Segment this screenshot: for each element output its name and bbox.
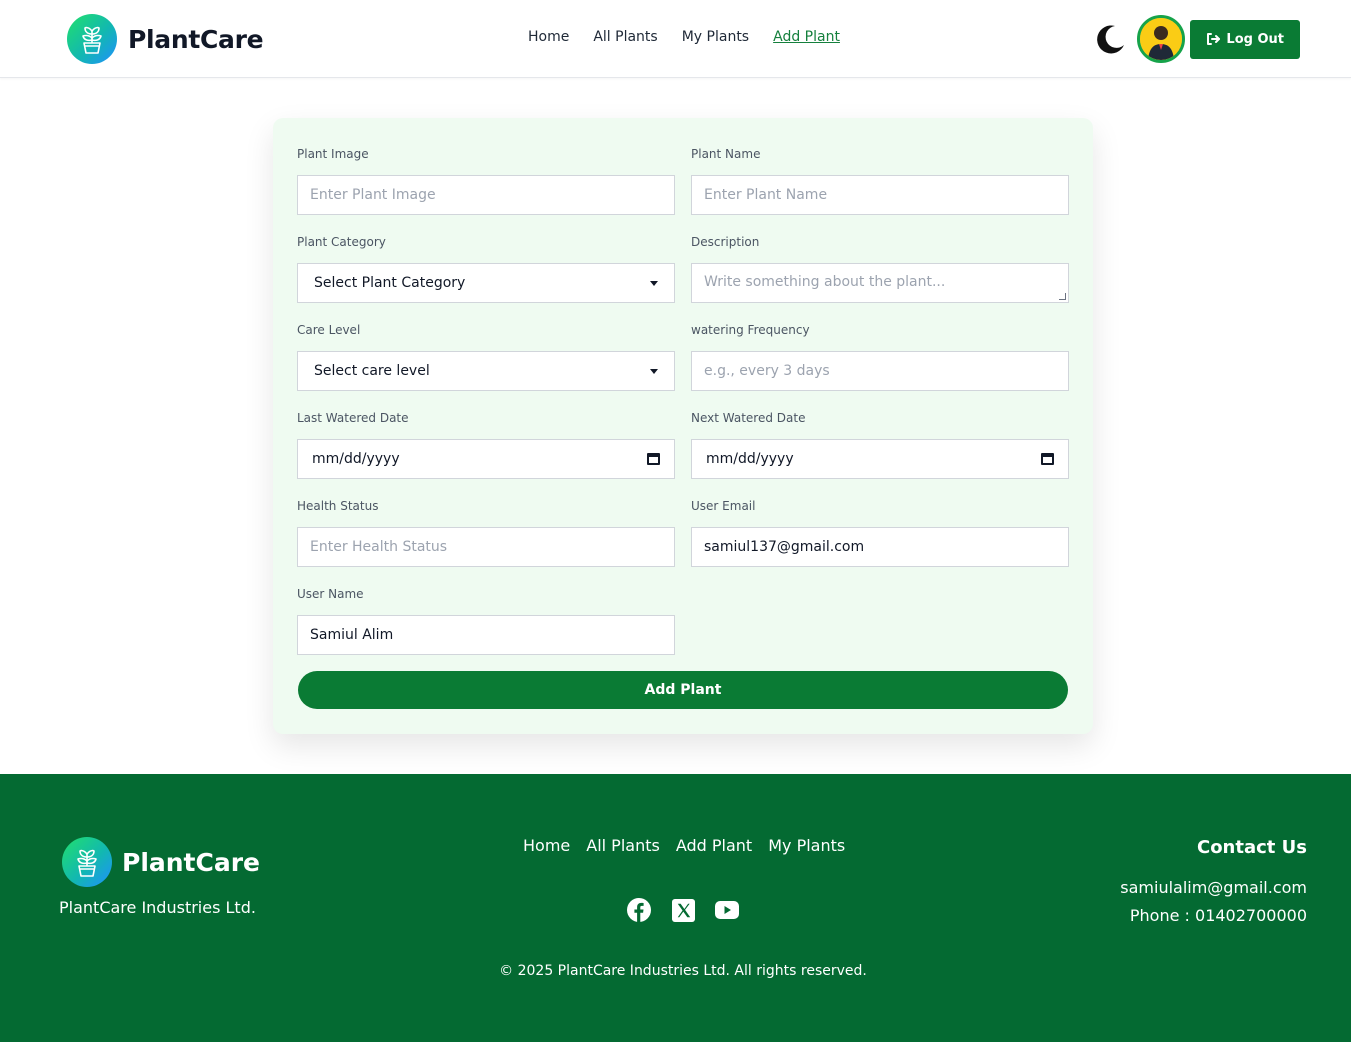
last-watered-field: Last Watered Date mm/dd/yyyy — [297, 411, 675, 479]
logout-icon — [1207, 33, 1221, 45]
youtube-icon[interactable] — [715, 898, 739, 922]
health-status-input[interactable] — [297, 527, 675, 567]
care-level-value: Select care level — [314, 363, 430, 379]
calendar-icon[interactable] — [1041, 453, 1054, 465]
add-plant-form: Plant Image Plant Name Plant Category Se… — [273, 118, 1093, 734]
watering-frequency-field: watering Frequency — [691, 323, 1069, 391]
contact-phone: Phone : 01402700000 — [1129, 906, 1307, 925]
brand-name: PlantCare — [128, 24, 264, 54]
add-plant-submit-button[interactable]: Add Plant — [298, 671, 1068, 709]
plant-name-field: Plant Name — [691, 147, 1069, 215]
user-name-input[interactable] — [297, 615, 675, 655]
watering-frequency-input[interactable] — [691, 351, 1069, 391]
chevron-down-icon — [650, 368, 658, 374]
calendar-icon[interactable] — [647, 453, 660, 465]
next-watered-date-input[interactable]: mm/dd/yyyy — [691, 439, 1069, 479]
description-textarea[interactable] — [691, 263, 1069, 303]
user-name-label: User Name — [297, 587, 364, 601]
user-name-field: User Name — [297, 587, 675, 655]
description-label: Description — [691, 235, 760, 249]
footer-brand[interactable]: PlantCare — [62, 837, 260, 887]
footer-brand-name: PlantCare — [122, 847, 261, 877]
nav-link-all-plants[interactable]: All Plants — [593, 29, 657, 45]
footer-link-all-plants[interactable]: All Plants — [586, 836, 660, 855]
nav-link-add-plant[interactable]: Add Plant — [773, 29, 840, 45]
user-email-label: User Email — [691, 499, 756, 513]
main-nav: Home All Plants My Plants Add Plant — [528, 29, 864, 45]
footer: PlantCare PlantCare Industries Ltd. Home… — [0, 774, 1351, 1042]
user-email-field: User Email — [691, 499, 1069, 567]
last-watered-value: mm/dd/yyyy — [312, 451, 400, 467]
navbar: PlantCare Home All Plants My Plants Add … — [0, 0, 1351, 78]
footer-contact: Contact Us samiulalim@gmail.com Phone : … — [1120, 837, 1307, 930]
plant-category-select[interactable]: Select Plant Category — [297, 263, 675, 303]
logout-button[interactable]: Log Out — [1190, 19, 1300, 59]
brand[interactable]: PlantCare — [67, 14, 264, 64]
footer-link-add-plant[interactable]: Add Plant — [676, 836, 752, 855]
logout-label: Log Out — [1226, 31, 1284, 47]
user-avatar-icon — [1140, 18, 1183, 60]
footer-link-my-plants[interactable]: My Plants — [768, 836, 845, 855]
footer-nav: Home All Plants Add Plant My Plants — [523, 836, 861, 855]
plant-category-field: Plant Category Select Plant Category — [297, 235, 675, 303]
footer-link-home[interactable]: Home — [523, 836, 570, 855]
plant-category-value: Select Plant Category — [314, 275, 466, 291]
nav-link-my-plants[interactable]: My Plants — [682, 29, 749, 45]
plant-image-input[interactable] — [297, 175, 675, 215]
resize-handle-icon[interactable] — [1059, 293, 1066, 300]
care-level-label: Care Level — [297, 323, 361, 337]
plant-category-label: Plant Category — [297, 235, 386, 249]
plant-name-label: Plant Name — [691, 147, 761, 161]
last-watered-label: Last Watered Date — [297, 411, 409, 425]
nav-actions: Log Out — [1093, 15, 1300, 63]
footer-company-name: PlantCare Industries Ltd. — [59, 898, 256, 917]
social-links — [627, 898, 739, 922]
plant-name-input[interactable] — [691, 175, 1069, 215]
description-wrapper — [691, 263, 1069, 303]
nav-link-home[interactable]: Home — [528, 29, 569, 45]
dark-mode-toggle[interactable] — [1093, 21, 1129, 57]
user-email-input[interactable] — [691, 527, 1069, 567]
health-status-label: Health Status — [297, 499, 379, 513]
plant-image-label: Plant Image — [297, 147, 369, 161]
plant-logo-icon — [62, 837, 112, 887]
health-status-field: Health Status — [297, 499, 675, 567]
contact-title: Contact Us — [1196, 837, 1307, 858]
moon-icon — [1097, 25, 1125, 54]
plant-logo-icon — [67, 14, 117, 64]
x-twitter-icon[interactable] — [671, 898, 695, 922]
contact-email[interactable]: samiulalim@gmail.com — [1120, 874, 1307, 902]
facebook-icon[interactable] — [627, 898, 651, 922]
description-field: Description — [691, 235, 1069, 303]
last-watered-date-input[interactable]: mm/dd/yyyy — [297, 439, 675, 479]
chevron-down-icon — [650, 280, 658, 286]
next-watered-field: Next Watered Date mm/dd/yyyy — [691, 411, 1069, 479]
care-level-select[interactable]: Select care level — [297, 351, 675, 391]
next-watered-label: Next Watered Date — [691, 411, 806, 425]
avatar[interactable] — [1137, 15, 1186, 63]
next-watered-value: mm/dd/yyyy — [706, 451, 794, 467]
watering-frequency-label: watering Frequency — [691, 323, 810, 337]
plant-image-field: Plant Image — [297, 147, 675, 215]
copyright-text: © 2025 PlantCare Industries Ltd. All rig… — [499, 963, 867, 979]
care-level-field: Care Level Select care level — [297, 323, 675, 391]
